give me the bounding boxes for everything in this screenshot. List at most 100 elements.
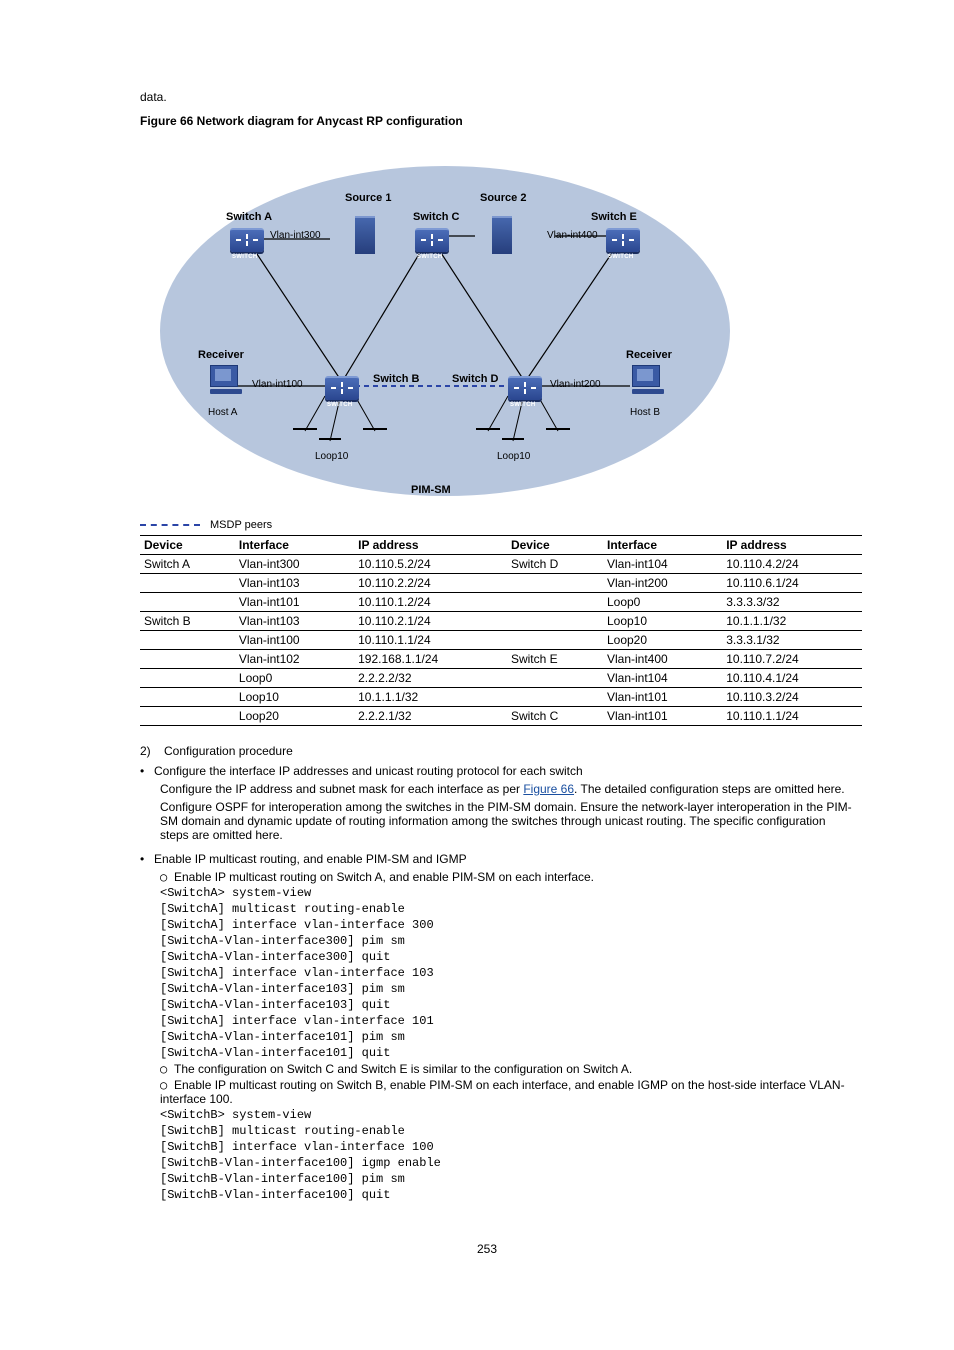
- code-line: [SwitchA-Vlan-interface300] pim sm: [160, 934, 854, 948]
- table-cell: Vlan-int200: [603, 574, 722, 593]
- legend-text: MSDP peers: [210, 519, 272, 531]
- table-row: Loop202.2.2.1/32Switch CVlan-int10110.11…: [140, 707, 862, 726]
- switch-c-icon: SWITCH: [415, 228, 449, 252]
- table-cell: [507, 574, 603, 593]
- label-source1: Source 1: [345, 192, 391, 204]
- label-vlan300: Vlan-int300: [270, 230, 321, 241]
- table-cell: [507, 593, 603, 612]
- host-b-icon: [632, 365, 664, 394]
- table-cell: Switch C: [507, 707, 603, 726]
- label-switchB: Switch B: [373, 373, 419, 385]
- code-line: [SwitchA-Vlan-interface103] pim sm: [160, 982, 854, 996]
- table-cell: [140, 650, 235, 669]
- code-line: [SwitchA-Vlan-interface300] quit: [160, 950, 854, 964]
- table-cell: [507, 612, 603, 631]
- table-cell: Vlan-int100: [235, 631, 354, 650]
- step-2b: ○The configuration on Switch C and Switc…: [160, 1062, 854, 1076]
- label-loop-b: Loop10: [315, 451, 348, 462]
- label-hostA: Host A: [208, 407, 237, 418]
- table-cell: [140, 669, 235, 688]
- table-cell: 10.110.3.2/24: [722, 688, 862, 707]
- table-cell: 10.110.4.1/24: [722, 669, 862, 688]
- table-row: Vlan-int10310.110.2.2/24Vlan-int20010.11…: [140, 574, 862, 593]
- label-source2: Source 2: [480, 192, 526, 204]
- table-cell: 10.110.1.2/24: [354, 593, 507, 612]
- table-cell: Vlan-int102: [235, 650, 354, 669]
- table-cell: Loop0: [603, 593, 722, 612]
- table-cell: Loop20: [603, 631, 722, 650]
- table-cell: 3.3.3.1/32: [722, 631, 862, 650]
- table-cell: Loop10: [603, 612, 722, 631]
- table-cell: Vlan-int104: [603, 669, 722, 688]
- label-vlan100: Vlan-int100: [252, 379, 303, 390]
- table-cell: 2.2.2.1/32: [354, 707, 507, 726]
- legend-msdp: MSDP peers: [140, 519, 272, 531]
- table-cell: Switch A: [140, 555, 235, 574]
- table-cell: Vlan-int103: [235, 574, 354, 593]
- label-switchD: Switch D: [452, 373, 498, 385]
- source1-icon: [355, 216, 375, 254]
- table-cell: 10.1.1.1/32: [722, 612, 862, 631]
- step-2: •Enable IP multicast routing, and enable…: [140, 852, 854, 866]
- table-row: Switch BVlan-int10310.110.2.1/24Loop1010…: [140, 612, 862, 631]
- step-1: •Configure the interface IP addresses an…: [140, 764, 854, 778]
- table-header: IP address: [354, 536, 507, 555]
- table-cell: [507, 631, 603, 650]
- table-cell: 3.3.3.3/32: [722, 593, 862, 612]
- table-cell: [140, 631, 235, 650]
- label-vlan400: Vlan-int400: [547, 230, 598, 241]
- code-line: [SwitchB-Vlan-interface100] quit: [160, 1188, 854, 1202]
- code-line: [SwitchA-Vlan-interface103] quit: [160, 998, 854, 1012]
- table-cell: Loop0: [235, 669, 354, 688]
- legend-dash-icon: [140, 524, 200, 526]
- table-row: Vlan-int10010.110.1.1/24 Loop203.3.3.1/32: [140, 631, 862, 650]
- table-header: Device: [140, 536, 235, 555]
- switch-a-icon: SWITCH: [230, 228, 264, 252]
- network-diagram: Source 1 Source 2 Switch A Switch C Swit…: [130, 136, 710, 531]
- table-cell: Vlan-int101: [235, 593, 354, 612]
- label-hostB: Host B: [630, 407, 660, 418]
- code-line: <SwitchA> system-view: [160, 886, 854, 900]
- switch-e-icon: SWITCH: [606, 228, 640, 252]
- code-line: [SwitchA-Vlan-interface101] quit: [160, 1046, 854, 1060]
- label-receiver-left: Receiver: [198, 349, 244, 361]
- label-pimsm: PIM-SM: [411, 484, 451, 496]
- table-cell: [140, 574, 235, 593]
- table-cell: 10.1.1.1/32: [354, 688, 507, 707]
- table-cell: Switch B: [140, 612, 235, 631]
- table-cell: 10.110.5.2/24: [354, 555, 507, 574]
- table-cell: 10.110.1.1/24: [354, 631, 507, 650]
- step-1-text: Configure the IP address and subnet mask…: [160, 782, 854, 796]
- table-cell: 10.110.4.2/24: [722, 555, 862, 574]
- table-cell: Vlan-int104: [603, 555, 722, 574]
- table-cell: Vlan-int101: [603, 688, 722, 707]
- step-2c: ○Enable IP multicast routing on Switch B…: [160, 1078, 854, 1106]
- table-header: Interface: [603, 536, 722, 555]
- code-line: [SwitchA-Vlan-interface101] pim sm: [160, 1030, 854, 1044]
- table-cell: [140, 688, 235, 707]
- table-cell: 10.110.2.2/24: [354, 574, 507, 593]
- table-cell: Vlan-int101: [603, 707, 722, 726]
- step1-tail: . The detailed configuration steps are o…: [574, 782, 845, 796]
- page-number: 253: [120, 1242, 854, 1256]
- label-switchA: Switch A: [226, 211, 272, 223]
- source2-icon: [492, 216, 512, 254]
- table-header: IP address: [722, 536, 862, 555]
- table-cell: 10.110.7.2/24: [722, 650, 862, 669]
- table-cell: [140, 593, 235, 612]
- code-line: [SwitchB] multicast routing-enable: [160, 1124, 854, 1138]
- table-cell: 192.168.1.1/24: [354, 650, 507, 669]
- label-switchE: Switch E: [591, 211, 637, 223]
- step-1-note: Configure OSPF for interoperation among …: [160, 800, 854, 842]
- table-cell: Vlan-int103: [235, 612, 354, 631]
- figure-66-link[interactable]: Figure 66: [523, 782, 574, 796]
- table-cell: [507, 669, 603, 688]
- table-cell: Vlan-int300: [235, 555, 354, 574]
- label-switchC: Switch C: [413, 211, 459, 223]
- code-line: [SwitchB] interface vlan-interface 100: [160, 1140, 854, 1154]
- intro-text: data.: [140, 90, 854, 104]
- table-cell: Loop20: [235, 707, 354, 726]
- table-cell: Switch D: [507, 555, 603, 574]
- diagram-lines: [130, 136, 710, 531]
- figure-title: Figure 66 Network diagram for Anycast RP…: [140, 114, 854, 128]
